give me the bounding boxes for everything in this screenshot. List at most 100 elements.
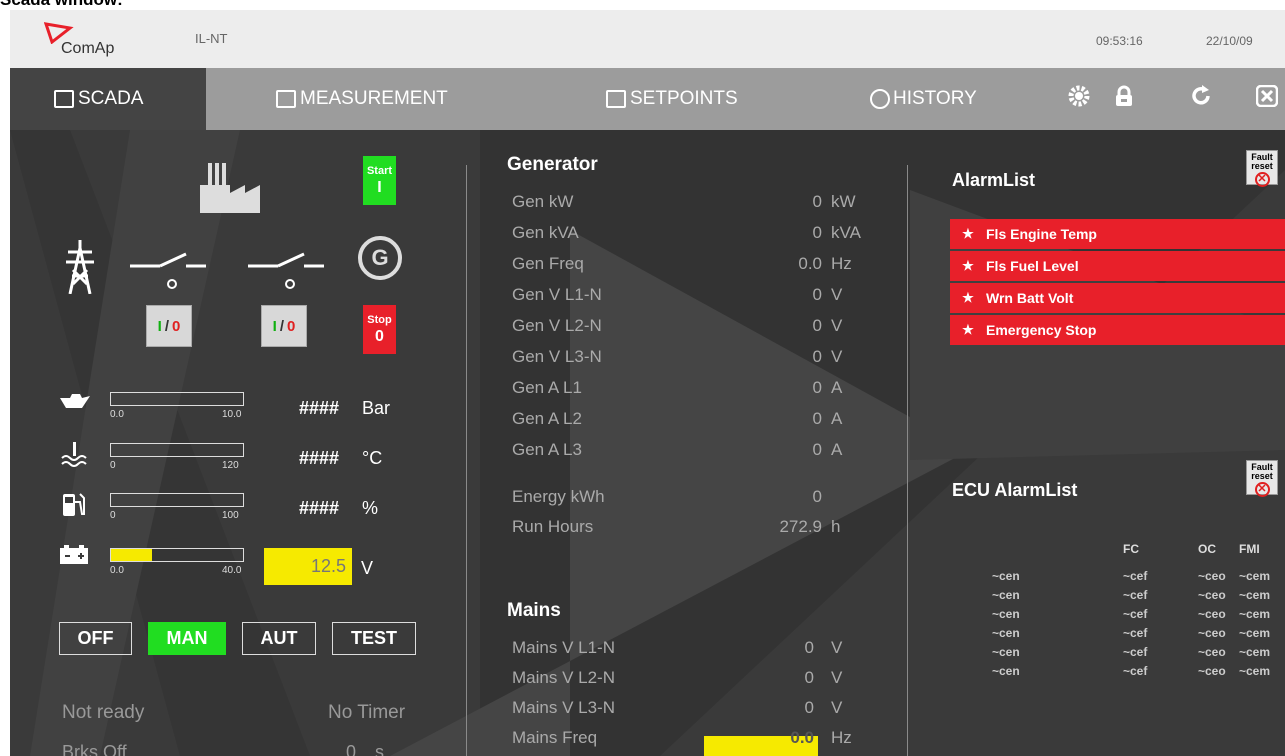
gen-row-value: 0: [812, 347, 822, 366]
ecu-row-oc: ~ceo: [1198, 588, 1226, 602]
ecu-row-fmi: ~cem: [1239, 664, 1271, 678]
ecu-row-name: ~cen: [992, 607, 1020, 621]
ecu-header-fmi: FMI: [1239, 542, 1260, 556]
gen-row-unit: A: [831, 378, 843, 397]
gcb-separator: /: [279, 317, 284, 335]
ecu-row-fc: ~cef: [1123, 569, 1148, 583]
gen-row-value: 0: [812, 440, 822, 459]
gen-row-unit: Hz: [831, 254, 852, 273]
fuel-level-bar: [110, 493, 244, 507]
clock-time: 09:53:16: [1096, 34, 1143, 48]
ecu-row-fc: ~cef: [1123, 664, 1148, 678]
gen-row-label: Gen Freq: [512, 254, 584, 273]
mode-aut-label: AUT: [260, 628, 298, 648]
divider-left: [466, 165, 467, 756]
ecu-row-oc: ~ceo: [1198, 569, 1226, 583]
ecu-row-fmi: ~cem: [1239, 607, 1271, 621]
battery-bar: [110, 548, 244, 562]
clock-date: 22/10/09: [1206, 34, 1253, 48]
fuel-level-icon: [63, 493, 85, 516]
ecu-row-fmi: ~cem: [1239, 588, 1271, 602]
alarm-row[interactable]: ★ Fls Fuel Level: [950, 251, 1285, 281]
mains-row-label: Mains V L2-N: [512, 668, 615, 687]
mains-row-label: Mains V L3-N: [512, 698, 615, 717]
mode-man-label: MAN: [166, 628, 208, 648]
ecu-row-fc: ~cef: [1123, 645, 1148, 659]
tab-scada[interactable]: SCADA: [10, 68, 206, 130]
mode-man-button[interactable]: MAN: [148, 622, 226, 655]
mains-row-unit: V: [831, 698, 843, 717]
ecu-row-fmi: ~cem: [1239, 645, 1271, 659]
fuel-value: ####: [299, 498, 340, 518]
mcb-separator: /: [164, 317, 169, 335]
mcb-toggle-button[interactable]: I/0: [146, 305, 192, 347]
gen-breaker-symbol: [248, 252, 324, 289]
generator-symbol: G: [358, 236, 402, 280]
start-button[interactable]: Start I: [363, 156, 396, 205]
stop-label: Stop: [367, 313, 392, 326]
lock-icon[interactable]: [1112, 84, 1136, 108]
mains-pylon-icon: [66, 240, 94, 294]
ecu-row-name: ~cen: [992, 645, 1020, 659]
ecu-row-fmi: ~cem: [1239, 569, 1271, 583]
tab-scada-label: SCADA: [78, 88, 144, 109]
fuel-unit: %: [362, 498, 379, 518]
alarm-row[interactable]: ★ Wrn Batt Volt: [950, 283, 1285, 313]
tab-history[interactable]: HISTORY: [870, 68, 1020, 130]
gen-row-unit: A: [831, 440, 843, 459]
gen-row-label: Gen V L3-N: [512, 347, 602, 366]
stop-button[interactable]: Stop 0: [363, 305, 396, 354]
mode-aut-button[interactable]: AUT: [242, 622, 316, 655]
coolant-temp-icon: [61, 442, 87, 467]
alarmlist-title: AlarmList: [952, 170, 1036, 190]
ecu-fault-reset-button[interactable]: Fault reset ✕: [1246, 460, 1278, 497]
alarm-text: Wrn Batt Volt: [986, 290, 1074, 306]
gen-row-label: Gen A L3: [512, 440, 582, 459]
alarm-star-icon: ★: [962, 322, 974, 337]
gear-icon[interactable]: [1067, 84, 1091, 108]
coolant-unit: °C: [362, 448, 383, 468]
ecu-fault-reset-icon: ✕: [1254, 482, 1270, 497]
alarm-star-icon: ★: [962, 258, 974, 273]
history-icon: [870, 89, 890, 109]
gen-row-unit: V: [831, 285, 843, 304]
tab-measurement-label: MEASUREMENT: [300, 88, 448, 109]
ecu-row-oc: ~ceo: [1198, 645, 1226, 659]
tab-setpoints[interactable]: SETPOINTS: [606, 68, 786, 130]
fuel-min: 0: [110, 510, 116, 521]
alarm-star-icon: ★: [962, 226, 974, 241]
stop-symbol: 0: [375, 327, 384, 345]
alarm-row[interactable]: ★ Fls Engine Temp: [950, 219, 1285, 249]
mode-test-button[interactable]: TEST: [332, 622, 416, 655]
divider-right: [907, 165, 908, 756]
gen-row-unit: A: [831, 409, 843, 428]
coolant-temp-bar: [110, 443, 244, 457]
mains-row-unit: Hz: [831, 728, 852, 747]
factory-icon: [200, 163, 260, 213]
alarm-row[interactable]: ★ Emergency Stop: [950, 315, 1285, 345]
page-caption: Scada window:: [0, 0, 123, 9]
oil-value: ####: [299, 398, 340, 418]
alarm-fault-reset-button[interactable]: Fault reset ✕: [1246, 150, 1278, 187]
gen-row-value: 0: [812, 192, 822, 211]
oil-max: 10.0: [222, 409, 242, 420]
oil-min: 0.0: [110, 409, 124, 420]
tab-history-label: HISTORY: [893, 88, 977, 109]
gen-row-value: 0: [812, 223, 822, 242]
fault-reset-icon: ✕: [1254, 172, 1270, 187]
mode-off-label: OFF: [77, 628, 114, 648]
ecu-fault-reset-label-2: reset: [1251, 471, 1273, 481]
alarm-text: Fls Engine Temp: [986, 226, 1097, 242]
start-label: Start: [366, 164, 393, 177]
tab-measurement[interactable]: MEASUREMENT: [276, 68, 506, 130]
mode-test-label: TEST: [350, 628, 397, 648]
breaker-state: Brks Off: [62, 742, 127, 756]
tab-setpoints-label: SETPOINTS: [630, 88, 738, 109]
mode-off-button[interactable]: OFF: [59, 622, 132, 655]
close-icon[interactable]: [1255, 84, 1279, 108]
alarm-text: Fls Fuel Level: [986, 258, 1079, 274]
gen-row-unit: kVA: [831, 223, 861, 242]
generator-letter: G: [371, 245, 389, 270]
refresh-icon[interactable]: [1190, 84, 1214, 108]
gcb-toggle-button[interactable]: I/0: [261, 305, 307, 347]
